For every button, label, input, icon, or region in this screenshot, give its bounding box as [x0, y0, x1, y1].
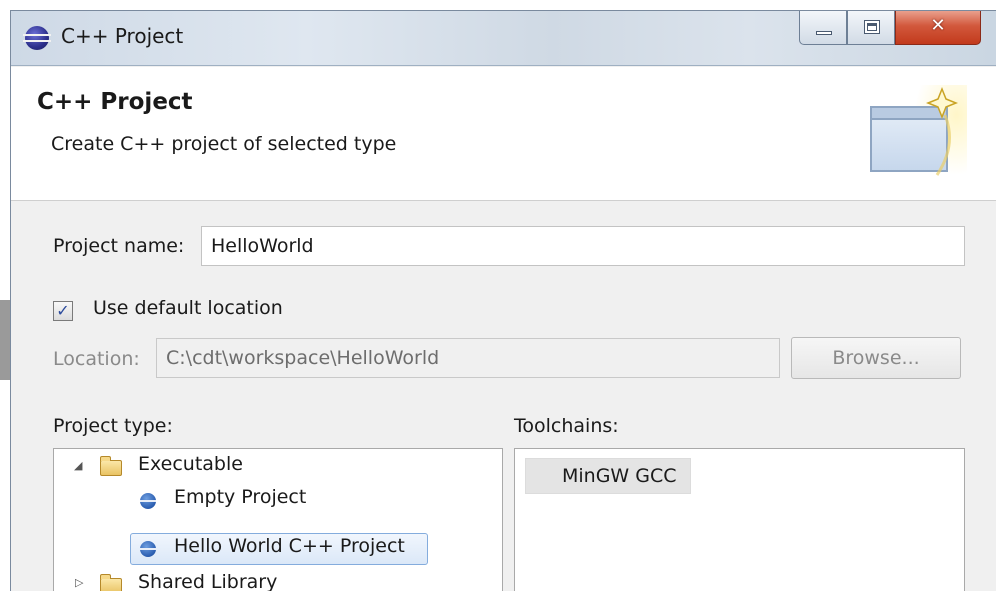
project-name-input[interactable]: HelloWorld [201, 226, 965, 266]
maximize-icon [864, 20, 880, 34]
project-type-label: Project type: [53, 415, 173, 437]
toolchain-item-mingw-gcc[interactable]: MinGW GCC [525, 458, 691, 494]
tree-item-label: Executable [138, 453, 243, 475]
eclipse-app-icon [23, 26, 51, 50]
tree-item-shared-library[interactable]: ▷ Shared Library [54, 567, 502, 591]
background-edge [0, 300, 10, 380]
location-label: Location: [53, 348, 140, 370]
project-template-icon [140, 541, 156, 557]
maximize-button[interactable] [847, 11, 895, 45]
minimize-icon [816, 31, 832, 35]
project-name-label: Project name: [53, 235, 185, 257]
location-input[interactable]: C:\cdt\workspace\HelloWorld [156, 338, 780, 378]
use-default-location-checkbox[interactable]: ✓ [53, 301, 73, 321]
tree-item-label: Empty Project [174, 486, 307, 508]
use-default-location-label[interactable]: Use default location [93, 297, 283, 319]
wizard-banner: C++ Project Create C++ project of select… [11, 67, 996, 201]
folder-icon [100, 574, 122, 591]
browse-button[interactable]: Browse... [791, 337, 961, 379]
project-template-icon [140, 493, 156, 509]
window-title: C++ Project [61, 24, 184, 48]
banner-subtitle: Create C++ project of selected type [51, 133, 397, 155]
tree-item-label: Shared Library [138, 571, 278, 591]
tree-item-label: Hello World C++ Project [174, 535, 405, 557]
banner-title: C++ Project [37, 89, 193, 115]
title-bar[interactable]: C++ Project ✕ [11, 11, 996, 66]
folder-icon [100, 456, 122, 476]
minimize-button[interactable] [799, 11, 847, 45]
toolchains-list[interactable]: MinGW GCC [514, 448, 965, 591]
toolchains-label: Toolchains: [514, 415, 619, 437]
new-project-wizard-icon [870, 85, 967, 185]
tree-item-empty-project[interactable]: Empty Project [54, 483, 502, 517]
close-button[interactable]: ✕ [895, 11, 981, 45]
expanded-arrow-icon[interactable]: ◢ [74, 459, 82, 472]
cpp-project-dialog: C++ Project ✕ C++ Project Create C++ pro… [10, 10, 996, 591]
tree-item-executable[interactable]: ◢ Executable [54, 449, 502, 483]
tree-item-hello-world-cpp-project[interactable]: Hello World C++ Project [130, 533, 428, 565]
close-icon: ✕ [930, 15, 946, 36]
project-type-tree[interactable]: ◢ Executable Empty Project Hello World C… [53, 448, 503, 591]
collapsed-arrow-icon[interactable]: ▷ [75, 576, 83, 589]
